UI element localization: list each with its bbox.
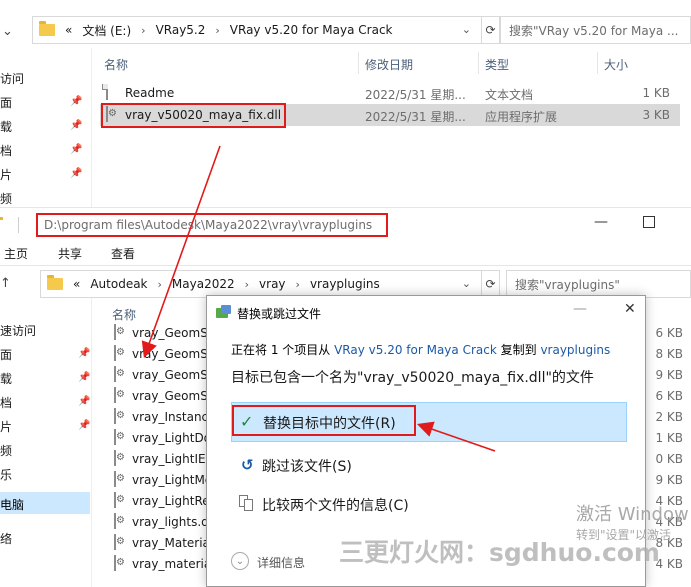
arrow-to-file-list: [141, 145, 221, 359]
annotation-arrows: [141, 145, 496, 452]
arrow-to-replace: [416, 421, 496, 452]
